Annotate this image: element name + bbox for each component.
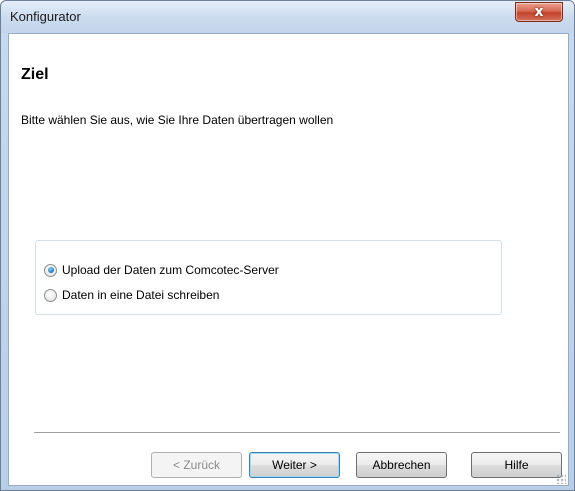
page-heading: Ziel	[21, 66, 49, 83]
cancel-button[interactable]: Abbrechen	[356, 452, 447, 478]
dialog-window: Konfigurator x Ziel Bitte wählen Sie aus…	[0, 0, 575, 491]
window-title: Konfigurator	[10, 9, 81, 24]
radio-button-checked[interactable]	[44, 263, 57, 277]
close-icon: x	[534, 4, 544, 20]
wizard-page: Ziel Bitte wählen Sie aus, wie Sie Ihre …	[8, 33, 569, 486]
transfer-options-group: Upload der Daten zum Comcotec-Server Dat…	[35, 240, 502, 315]
title-bar[interactable]: Konfigurator x	[1, 1, 574, 33]
button-separator	[34, 432, 560, 434]
radio-label-file[interactable]: Daten in eine Datei schreiben	[62, 288, 219, 302]
close-button[interactable]: x	[515, 2, 563, 22]
radio-button-unchecked[interactable]	[44, 288, 57, 302]
radio-option-file[interactable]: Daten in eine Datei schreiben	[44, 287, 219, 303]
page-instruction: Bitte wählen Sie aus, wie Sie Ihre Daten…	[21, 113, 334, 127]
next-button[interactable]: Weiter >	[249, 452, 340, 478]
help-button[interactable]: Hilfe	[471, 452, 562, 478]
radio-option-upload[interactable]: Upload der Daten zum Comcotec-Server	[44, 262, 279, 278]
radio-label-upload[interactable]: Upload der Daten zum Comcotec-Server	[62, 263, 279, 277]
back-button[interactable]: < Zurück	[151, 452, 242, 478]
resize-grip-icon[interactable]	[556, 474, 566, 484]
